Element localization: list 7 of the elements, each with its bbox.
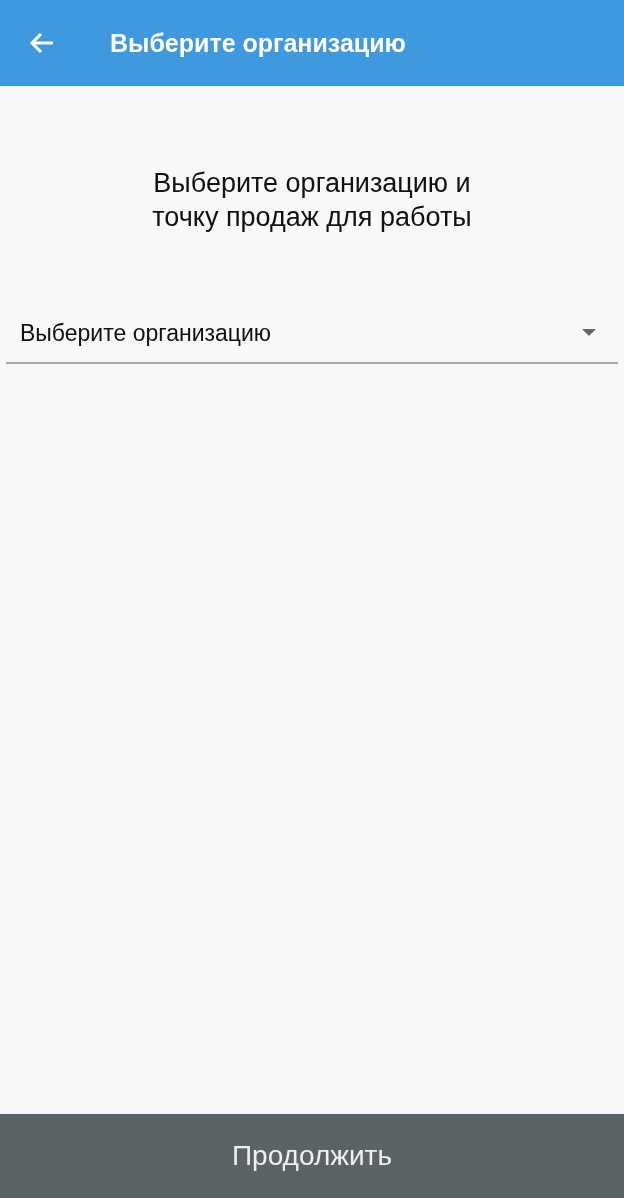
instruction-text: Выберите организацию и точку продаж для работы [151, 167, 473, 234]
dropdown-placeholder: Выберите организацию [20, 319, 272, 347]
caret-icon [582, 329, 596, 337]
back-arrow-icon[interactable] [29, 32, 55, 54]
organization-dropdown[interactable]: Выберите организацию [6, 304, 618, 364]
continue-button[interactable]: Продолжить [0, 1114, 624, 1198]
screen-title: Выберите организацию [110, 28, 406, 58]
